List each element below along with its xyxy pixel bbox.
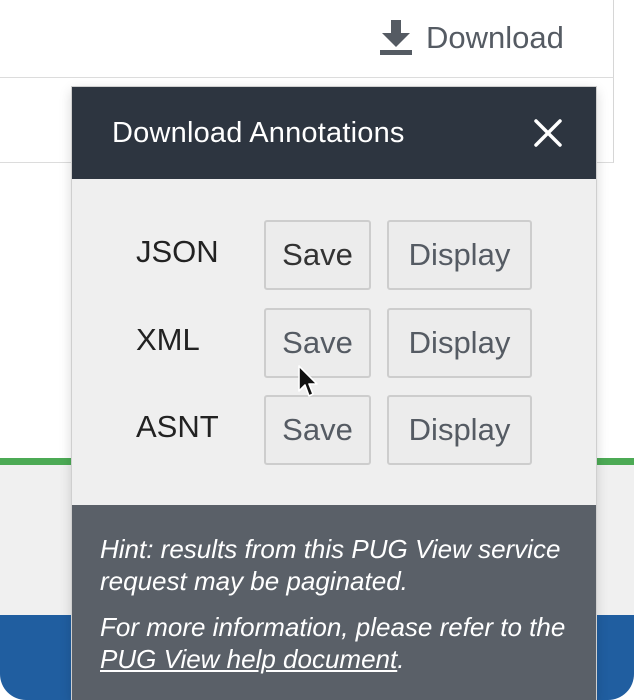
save-asnt-button[interactable]: Save	[264, 395, 371, 465]
pug-view-help-link[interactable]: PUG View help document	[100, 644, 397, 674]
top-bar: Download	[0, 0, 614, 78]
hint-more-suffix: .	[397, 644, 405, 674]
save-json-button[interactable]: Save	[264, 220, 371, 290]
display-asnt-button[interactable]: Display	[387, 395, 532, 465]
dialog-header: Download Annotations	[72, 87, 596, 179]
dialog-title: Download Annotations	[112, 116, 405, 149]
hint-text: Hint: results from this PUG View service…	[100, 534, 561, 596]
page: Download Download Annotations JSON Save …	[0, 0, 634, 700]
format-row-json: JSON Save Display	[72, 220, 596, 292]
format-label: XML	[136, 322, 200, 357]
format-label: ASNT	[136, 409, 219, 444]
hint-more-prefix: For more information, please refer to th…	[100, 612, 566, 642]
display-json-button[interactable]: Display	[387, 220, 532, 290]
hint-box: Hint: results from this PUG View service…	[72, 505, 596, 700]
download-annotations-dialog: Download Annotations JSON Save Display X…	[72, 87, 596, 700]
download-icon	[380, 20, 412, 56]
format-label: JSON	[136, 234, 219, 269]
display-xml-button[interactable]: Display	[387, 308, 532, 378]
mouse-cursor-icon	[298, 365, 320, 404]
hint-more-info: For more information, please refer to th…	[100, 611, 568, 675]
close-icon[interactable]	[530, 115, 566, 151]
download-label: Download	[426, 20, 564, 55]
download-button[interactable]: Download	[380, 14, 564, 62]
format-row-asnt: ASNT Save Display	[72, 395, 596, 467]
format-row-xml: XML Save Display	[72, 308, 596, 380]
dialog-body: JSON Save Display XML Save Display ASNT …	[72, 179, 596, 505]
